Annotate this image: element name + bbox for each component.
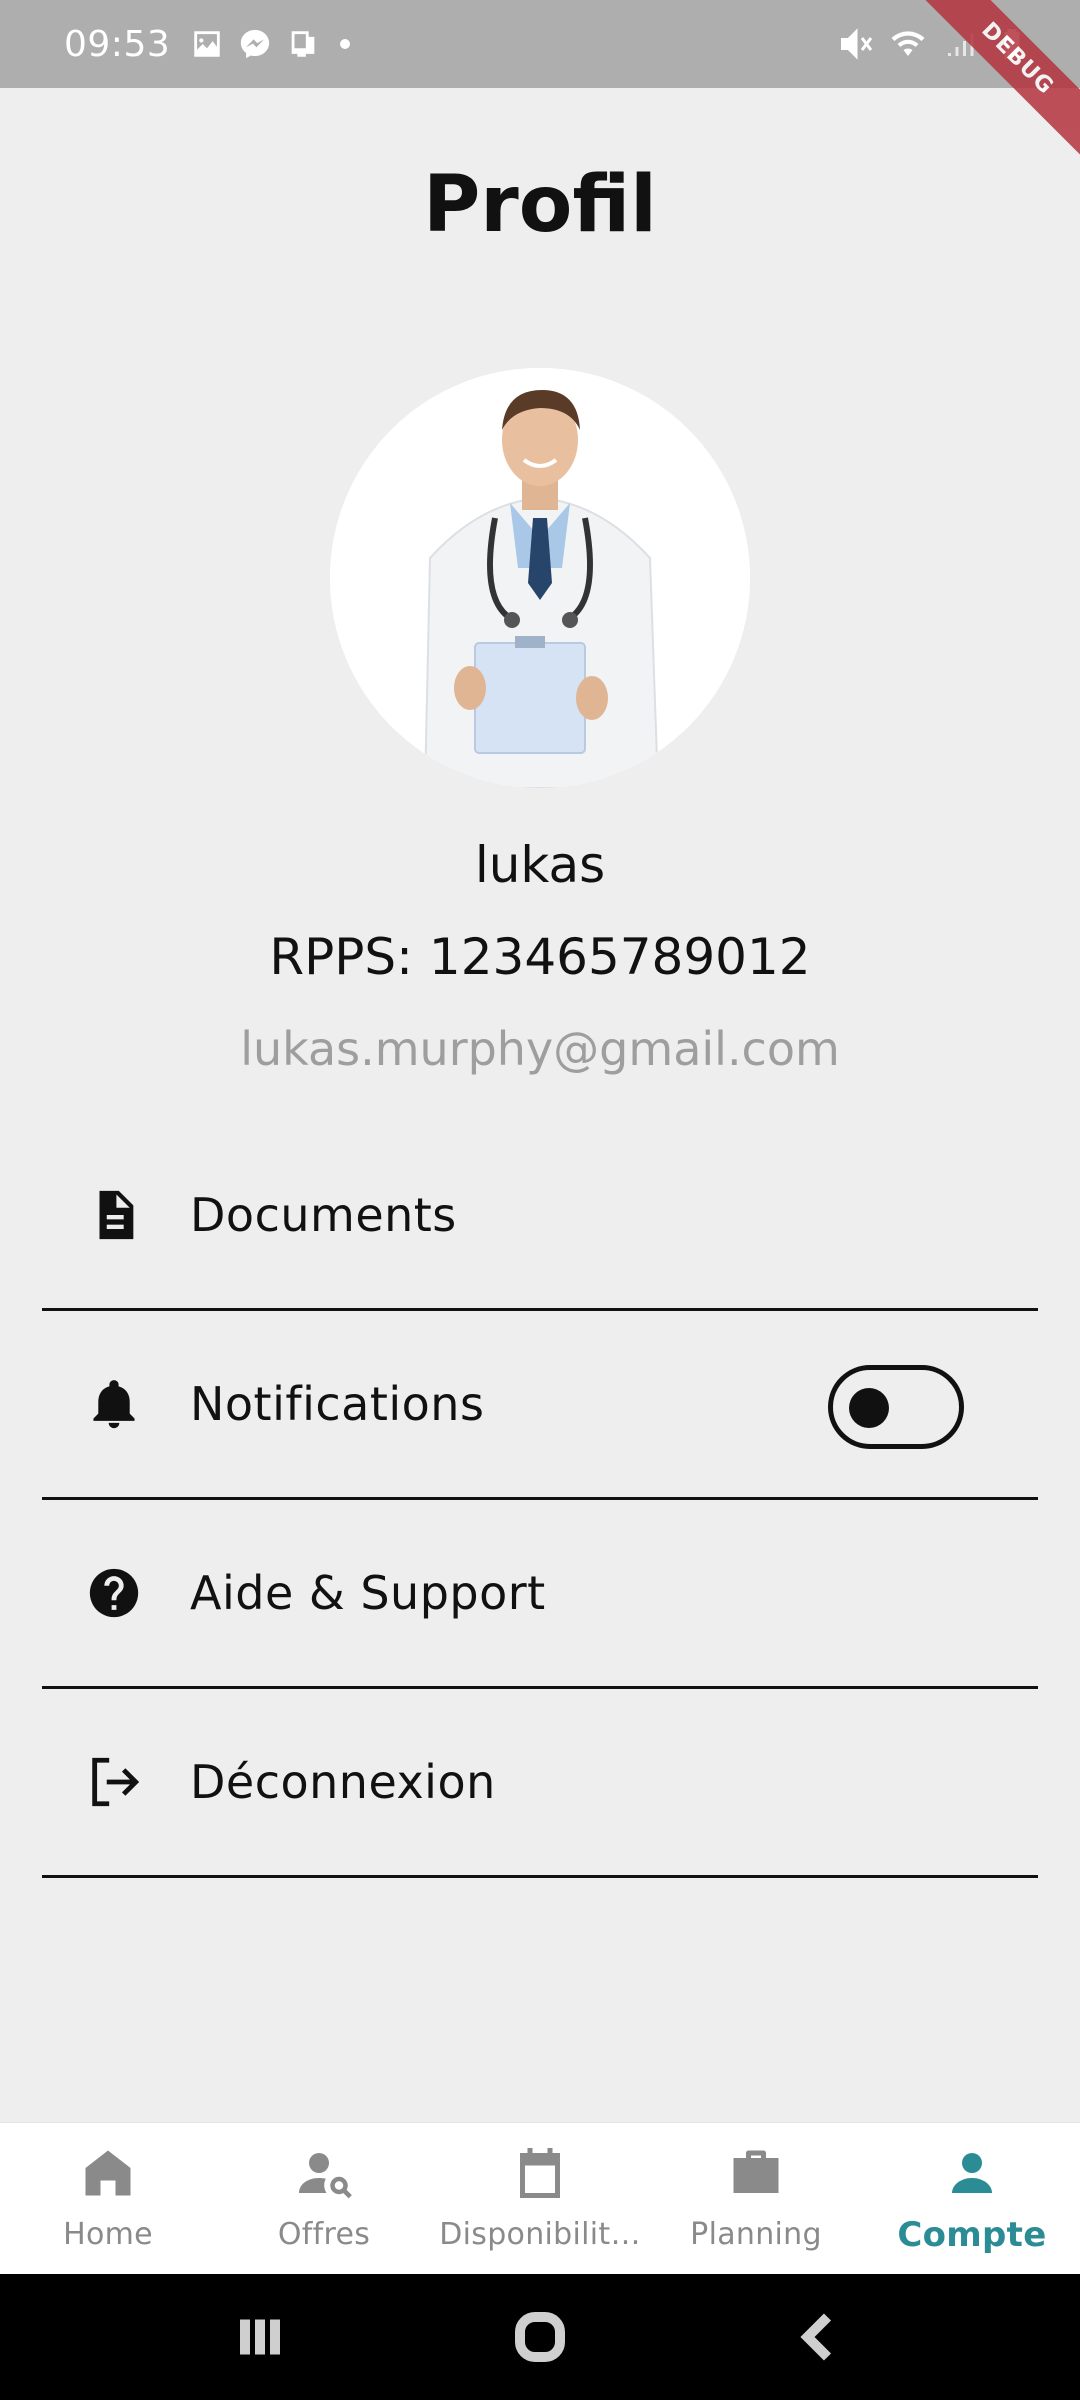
menu-item-logout[interactable]: Déconnexion bbox=[42, 1689, 1038, 1878]
home-circle-icon[interactable] bbox=[510, 2307, 570, 2367]
avatar bbox=[330, 368, 750, 788]
doctor-avatar-image bbox=[330, 368, 750, 788]
image-icon bbox=[194, 31, 220, 57]
mute-icon bbox=[841, 28, 873, 60]
home-icon bbox=[85, 2150, 131, 2196]
recents-icon[interactable] bbox=[230, 2307, 290, 2367]
nav-label: Compte bbox=[897, 2215, 1047, 2255]
menu-label: Déconnexion bbox=[190, 1755, 496, 1809]
messenger-icon bbox=[241, 29, 270, 59]
nav-label: Planning bbox=[690, 2217, 822, 2252]
menu-label: Notifications bbox=[190, 1377, 485, 1431]
nav-label: Offres bbox=[277, 2217, 371, 2252]
notifications-toggle[interactable] bbox=[828, 1365, 964, 1449]
person-icon bbox=[952, 2153, 992, 2193]
bell-icon bbox=[84, 1374, 144, 1434]
system-nav-bar bbox=[0, 2274, 1080, 2400]
nav-label: Disponibilit… bbox=[439, 2217, 641, 2252]
nav-item-compte[interactable]: Compte bbox=[864, 2123, 1080, 2274]
status-left-icons bbox=[190, 27, 351, 61]
user-email: lukas.murphy@gmail.com bbox=[240, 1022, 840, 1076]
logout-icon bbox=[84, 1752, 144, 1812]
status-time: 09:53 bbox=[64, 23, 171, 65]
bottom-nav: Home Offres Disponibilit… Planning Compt… bbox=[0, 2122, 1080, 2274]
nav-item-home[interactable]: Home bbox=[0, 2123, 216, 2274]
nav-item-offres[interactable]: Offres bbox=[216, 2123, 432, 2274]
briefcase-icon bbox=[733, 2150, 779, 2193]
document-icon bbox=[84, 1185, 144, 1245]
status-bar: 09:53 bbox=[0, 0, 1080, 88]
person-search-icon bbox=[299, 2153, 352, 2199]
page-title: Profil bbox=[423, 160, 657, 250]
toggle-knob bbox=[849, 1388, 889, 1428]
menu-item-notifications[interactable]: Notifications bbox=[42, 1311, 1038, 1500]
nav-item-planning[interactable]: Planning bbox=[648, 2123, 864, 2274]
menu-item-documents[interactable]: Documents bbox=[42, 1122, 1038, 1311]
menu-label: Documents bbox=[190, 1188, 457, 1242]
menu-item-help-support[interactable]: Aide & Support bbox=[42, 1500, 1038, 1689]
user-name: lukas bbox=[474, 836, 606, 894]
user-rpps: RPPS: 123465789012 bbox=[269, 928, 811, 986]
help-icon bbox=[84, 1563, 144, 1623]
profile-menu: Documents Notifications Aide & Support D… bbox=[42, 1122, 1038, 1878]
calendar-icon bbox=[520, 2148, 560, 2198]
nav-item-disponibilites[interactable]: Disponibilit… bbox=[432, 2123, 648, 2274]
status-dot bbox=[340, 39, 351, 49]
menu-label: Aide & Support bbox=[190, 1566, 546, 1620]
nav-label: Home bbox=[63, 2217, 153, 2252]
wifi-icon bbox=[891, 31, 925, 56]
back-icon[interactable] bbox=[790, 2307, 850, 2367]
device-icon bbox=[291, 31, 315, 57]
